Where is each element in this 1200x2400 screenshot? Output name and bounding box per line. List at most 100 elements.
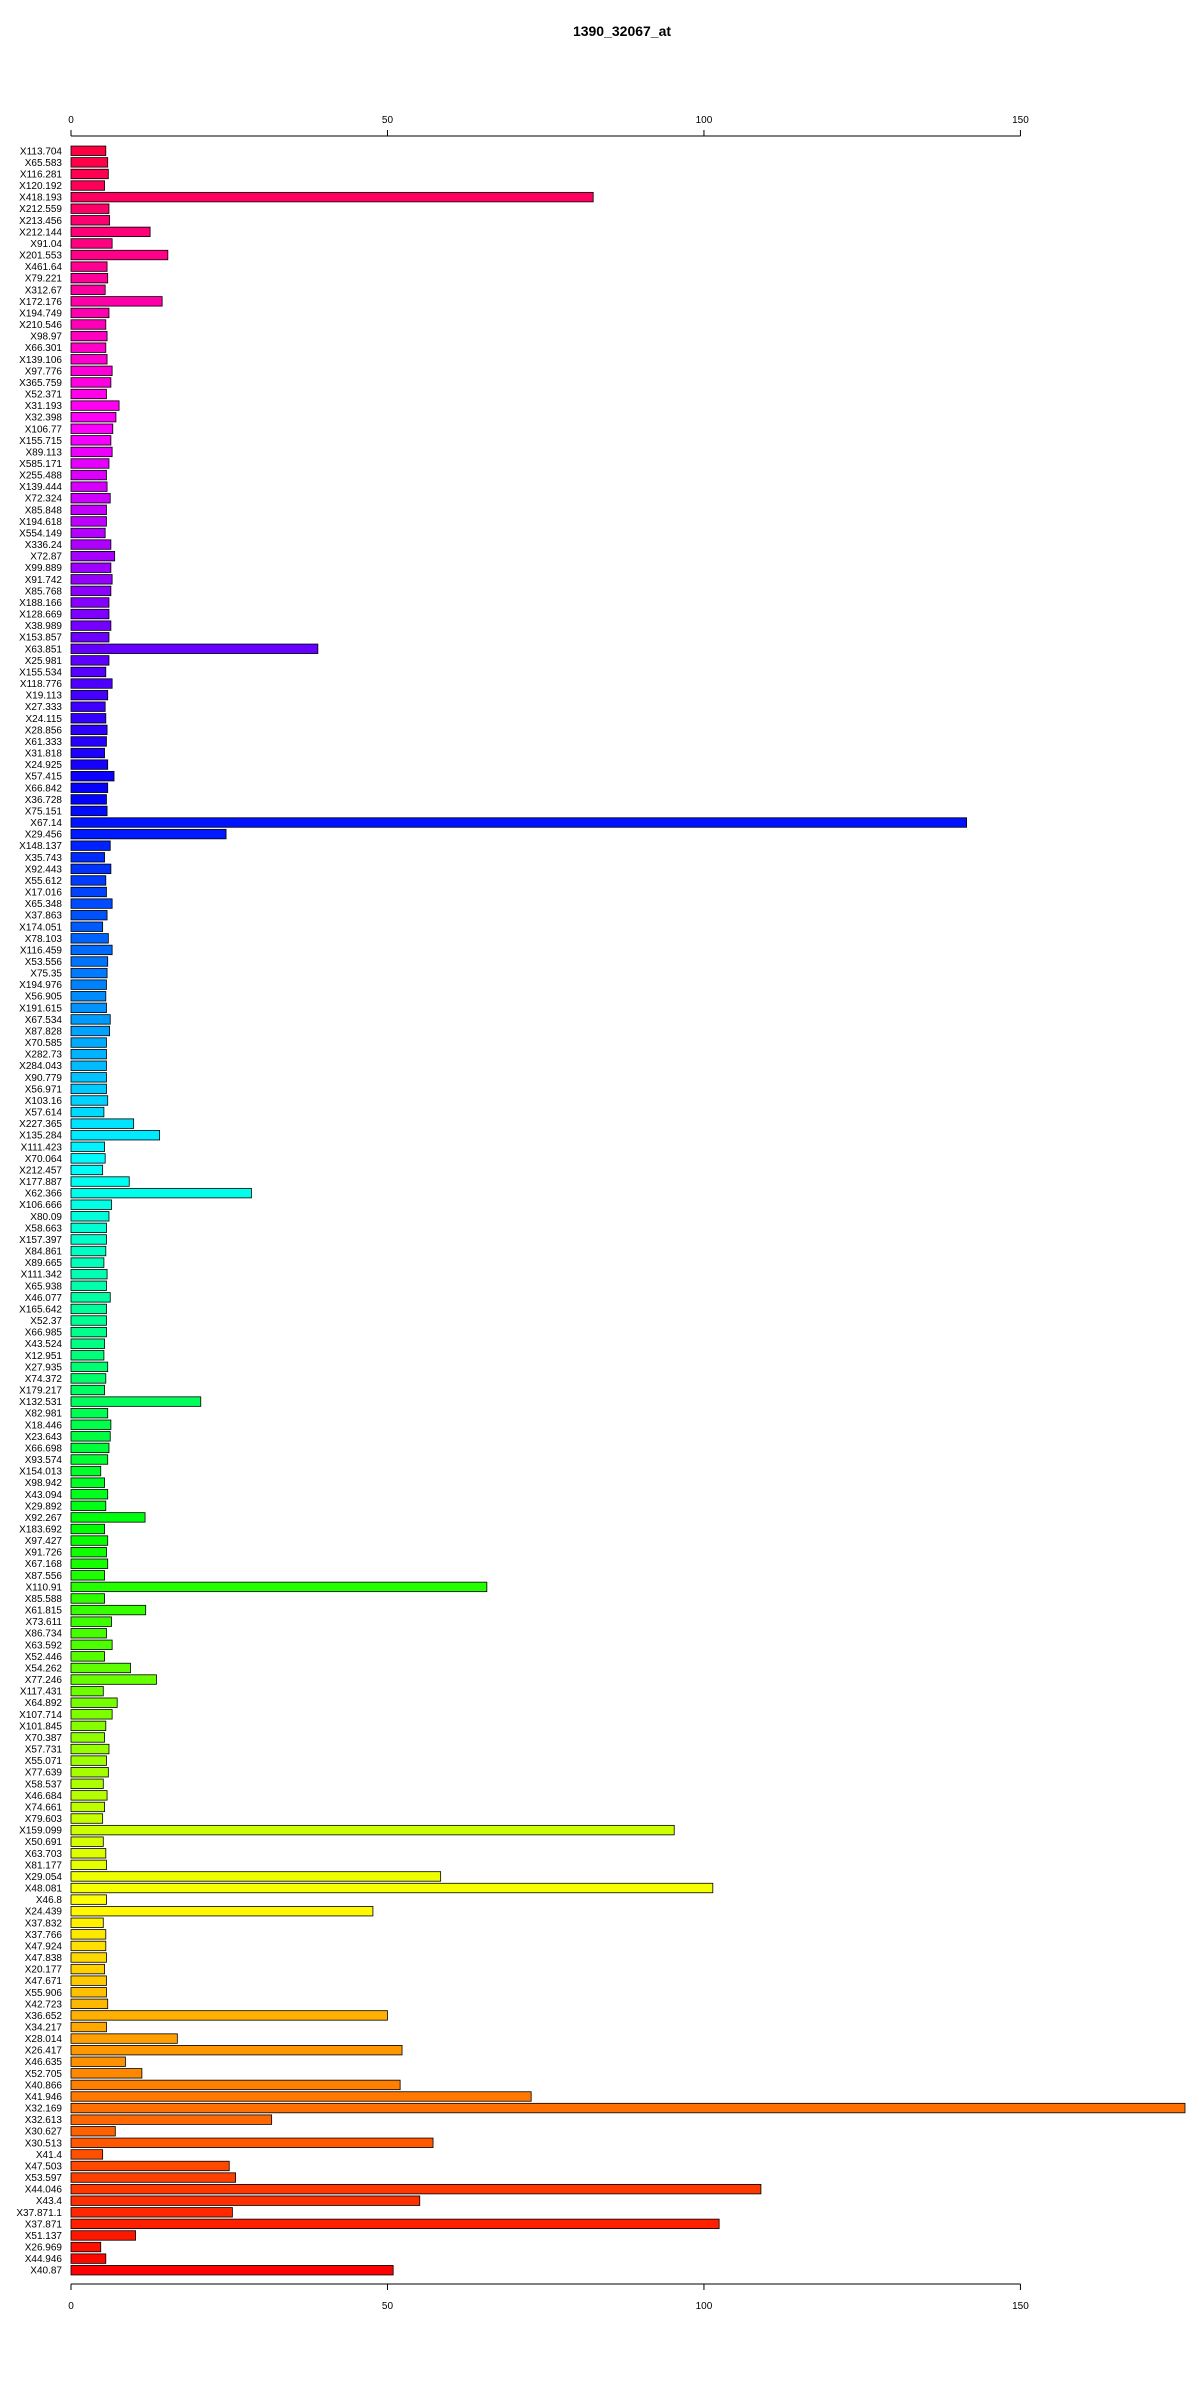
category-label: X65.583 xyxy=(25,158,63,169)
bar-X44.946 xyxy=(70,2253,107,2264)
bar-X64.892 xyxy=(70,1697,118,1708)
category-label: X44.946 xyxy=(25,2254,63,2265)
bar-X65.583 xyxy=(70,157,109,168)
category-label: X52.705 xyxy=(25,2069,63,2080)
category-label: X165.642 xyxy=(19,1304,62,1315)
bar-X148.137 xyxy=(70,840,111,851)
bar-X70.387 xyxy=(70,1732,105,1743)
category-label: X66.301 xyxy=(25,343,63,354)
bar-X18.446 xyxy=(70,1419,112,1430)
bar-X17.016 xyxy=(70,886,107,898)
bar-X29.892 xyxy=(70,1500,107,1511)
category-label: X213.456 xyxy=(19,216,62,227)
category-label: X78.103 xyxy=(25,934,63,945)
category-label: X148.137 xyxy=(19,841,62,852)
category-label: X57.614 xyxy=(25,1108,63,1119)
category-label: X24.439 xyxy=(25,1907,63,1918)
category-label: X89.113 xyxy=(25,447,62,458)
bar-X61.815 xyxy=(70,1604,147,1616)
bar-X85.768 xyxy=(70,585,112,597)
bar-X46.635 xyxy=(70,2056,126,2067)
category-label: X91.726 xyxy=(25,1548,63,1559)
bar-X31.818 xyxy=(70,747,105,759)
category-label: X23.643 xyxy=(25,1432,63,1443)
bar-X44.046 xyxy=(70,2183,762,2195)
category-label: X63.851 xyxy=(25,644,63,655)
category-label: X84.861 xyxy=(25,1247,63,1258)
bar-X56.971 xyxy=(70,1083,107,1095)
bar-X165.642 xyxy=(70,1303,107,1315)
category-label: X284.043 xyxy=(19,1061,62,1072)
bar-X65.348 xyxy=(70,898,113,909)
bar-X77.639 xyxy=(70,1767,109,1778)
category-label: X210.546 xyxy=(19,320,62,331)
category-label: X172.176 xyxy=(19,297,62,308)
bar-X47.671 xyxy=(70,1975,107,1986)
category-label: X139.444 xyxy=(19,482,62,493)
category-label: X282.73 xyxy=(25,1050,63,1061)
category-label: X212.457 xyxy=(19,1165,62,1176)
tick-label: 0 xyxy=(68,115,74,126)
bars-group xyxy=(70,145,1186,2276)
category-label: X30.513 xyxy=(25,2138,63,2149)
category-label: X85.588 xyxy=(25,1594,63,1605)
bar-X43.094 xyxy=(70,1489,109,1500)
bar-X157.397 xyxy=(70,1234,107,1245)
bar-X32.613 xyxy=(70,2114,273,2125)
category-label: X191.615 xyxy=(19,1003,62,1014)
bar-X282.73 xyxy=(70,1049,107,1060)
category-label: X120.192 xyxy=(19,181,62,192)
bar-X92.443 xyxy=(70,863,112,874)
category-label: X117.431 xyxy=(20,1687,63,1698)
bar-X26.417 xyxy=(70,2045,403,2056)
bar-X54.262 xyxy=(70,1662,131,1674)
bar-X31.193 xyxy=(70,400,120,411)
bar-X336.24 xyxy=(70,539,112,550)
category-label: X110.91 xyxy=(25,1582,62,1593)
category-label: X46.684 xyxy=(25,1791,63,1802)
bar-X47.924 xyxy=(70,1940,107,1952)
category-label: X107.714 xyxy=(19,1710,62,1721)
tick-label: 150 xyxy=(1012,115,1029,126)
category-label: X79.603 xyxy=(25,1814,63,1825)
category-label: X80.09 xyxy=(30,1212,62,1223)
category-label: X20.177 xyxy=(25,1965,63,1976)
category-label: X461.64 xyxy=(25,262,63,273)
category-label: X312.67 xyxy=(25,285,63,296)
category-label: X153.857 xyxy=(19,633,62,644)
category-label: X53.556 xyxy=(25,957,63,968)
category-label: X37.766 xyxy=(25,1930,63,1941)
category-label: X77.639 xyxy=(25,1768,63,1779)
category-label: X56.905 xyxy=(25,992,63,1003)
category-label: X56.971 xyxy=(25,1084,63,1095)
bar-X139.106 xyxy=(70,354,108,365)
category-label: X52.371 xyxy=(25,390,63,401)
category-label: X194.749 xyxy=(19,308,62,319)
bar-X47.503 xyxy=(70,2160,230,2172)
category-label: X103.16 xyxy=(25,1096,63,1107)
category-label: X31.193 xyxy=(25,401,63,412)
category-label: X37.832 xyxy=(25,1918,63,1929)
bar-X23.643 xyxy=(70,1431,111,1442)
bar-X37.832 xyxy=(70,1917,104,1928)
category-label: X54.262 xyxy=(25,1663,63,1674)
category-label: X37.871.1 xyxy=(16,2208,62,2219)
bar-X43.4 xyxy=(70,2195,421,2206)
bar-X38.989 xyxy=(70,620,112,631)
bar-X29.456 xyxy=(70,828,227,840)
category-label: X29.892 xyxy=(25,1501,63,1512)
bar-chart: 1390_32067_at 0 50 100 150 0 50 100 150 X113.7… xyxy=(16,23,1186,2312)
category-label: X41.946 xyxy=(25,2092,63,2103)
category-label: X585.171 xyxy=(19,459,62,470)
category-label: X57.415 xyxy=(25,772,63,783)
bar-X28.014 xyxy=(70,2033,178,2044)
top-x-axis: 0 50 100 150 xyxy=(68,115,1029,137)
category-label: X201.553 xyxy=(19,251,62,262)
bar-X24.115 xyxy=(70,713,107,724)
bar-X55.906 xyxy=(70,1987,107,1998)
bar-X74.661 xyxy=(70,1801,105,1813)
bar-X585.171 xyxy=(70,458,110,469)
bar-X24.439 xyxy=(70,1906,374,1917)
bar-X47.838 xyxy=(70,1952,107,1963)
category-label: X101.845 xyxy=(19,1721,62,1732)
